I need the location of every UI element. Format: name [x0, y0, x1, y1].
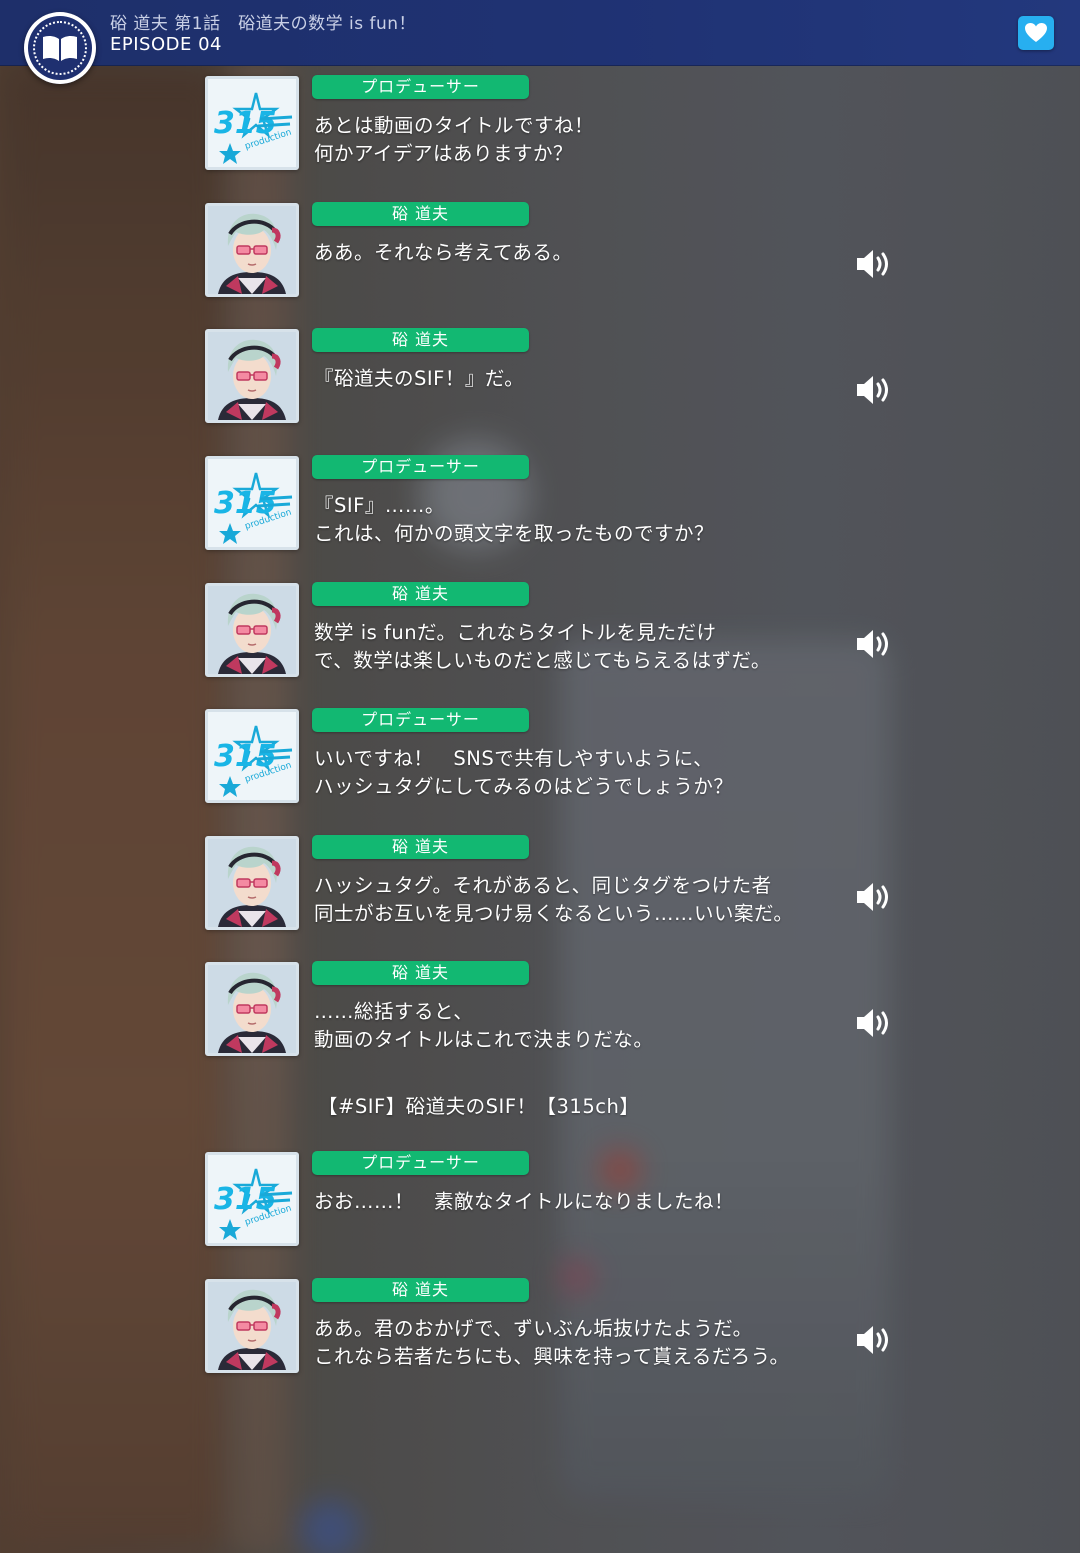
dialogue-line: 『SIF』……。 [314, 494, 445, 517]
voice-play-button[interactable] [853, 371, 895, 409]
dialogue-row: 硲 道夫 ああ。それなら考えてある。 [205, 202, 905, 297]
dialogue-line: いいですね！ SNSで共有しやすいように、 [314, 747, 714, 770]
dialogue-line: ハッシュタグにしてみるのはどうでしょうか？ [314, 775, 734, 798]
dialogue-line: これは、何かの頭文字を取ったものですか？ [314, 522, 715, 545]
speaker-icon [857, 1009, 888, 1037]
narration-text: 【#SIF】硲道夫のSIF！【315ch】 [318, 1095, 640, 1118]
producer-avatar: 315 production [205, 76, 299, 170]
dialogue-line: おお……！ 素敵なタイトルになりましたね！ [314, 1190, 735, 1213]
dialogue-line: 動画のタイトルはこれで決まりだな。 [314, 1028, 654, 1051]
dialogue-row: 硲 道夫 数学 is funだ。これならタイトルを見ただけ で、数学は楽しいもの… [205, 582, 905, 677]
speaker-nameplate: プロデューサー [312, 455, 529, 479]
speaker-icon [857, 376, 888, 404]
favorite-button[interactable] [1018, 16, 1054, 50]
speaker-nameplate: 硲 道夫 [312, 582, 529, 606]
heart-icon [1025, 23, 1047, 42]
dialogue-line: 数学 is funだ。これならタイトルを見ただけ [314, 621, 717, 644]
character-avatar [205, 836, 299, 930]
dialogue-row: 315 production プロデューサー おお……！ 素敵なタイトルになりま… [205, 1151, 905, 1246]
speaker-nameplate: 硲 道夫 [312, 1278, 529, 1302]
dialogue-row: 315 production プロデューサー いいですね！ SNSで共有しやすい… [205, 708, 905, 803]
dialogue-row: 硲 道夫 ハッシュタグ。それがあると、同じタグをつけた者 同士がお互いを見つけ易… [205, 835, 905, 930]
speaker-nameplate: 硲 道夫 [312, 961, 529, 985]
dialogue-row: 315 production プロデューサー あとは動画のタイトルですね！ 何か… [205, 75, 905, 170]
character-avatar [205, 1279, 299, 1373]
character-avatar [205, 583, 299, 677]
speaker-nameplate: 硲 道夫 [312, 328, 529, 352]
dialogue-line: 何かアイデアはありますか？ [314, 142, 574, 165]
dialogue-line: 『硲道夫のSIF！』だ。 [314, 367, 525, 390]
315-production-logo-icon: 315 production [214, 725, 293, 797]
speaker-icon [857, 883, 888, 911]
speaker-icon [857, 630, 888, 658]
episode-label: EPISODE 04 [110, 34, 222, 55]
character-avatar [205, 962, 299, 1056]
dialogue-line: ああ。それなら考えてある。 [314, 241, 573, 264]
voice-play-button[interactable] [853, 878, 895, 916]
speaker-nameplate: プロデューサー [312, 708, 529, 732]
michio-hazama-portrait-icon [208, 332, 296, 420]
voice-play-button[interactable] [853, 1004, 895, 1042]
voice-play-button[interactable] [853, 245, 895, 283]
dialogue-row: 硲 道夫 『硲道夫のSIF！』だ。 [205, 328, 905, 423]
dialogue-line: あとは動画のタイトルですね！ [314, 114, 595, 137]
voice-play-button[interactable] [853, 1321, 895, 1359]
speaker-nameplate: 硲 道夫 [312, 835, 529, 859]
315-production-logo-icon: 315 production [214, 1168, 293, 1240]
dialogue-line: ああ。君のおかげで、ずいぶん垢抜けたようだ。 [314, 1317, 753, 1340]
dialogue-row: 315 production プロデューサー 『SIF』……。 これは、何かの頭… [205, 455, 905, 550]
michio-hazama-portrait-icon [208, 839, 296, 927]
producer-avatar: 315 production [205, 1152, 299, 1246]
story-menu-button[interactable] [24, 12, 96, 84]
story-header: 硲 道夫 第1話 硲道夫の数学 is fun！ EPISODE 04 [0, 0, 1080, 66]
michio-hazama-portrait-icon [208, 1282, 296, 1370]
character-avatar [205, 203, 299, 297]
dialogue-line: ……総括すると、 [314, 1000, 474, 1023]
315-production-logo-icon: 315 production [214, 472, 293, 544]
dialogue-line: これなら若者たちにも、興味を持って貰えるだろう。 [314, 1345, 790, 1368]
speaker-icon [857, 1326, 888, 1354]
producer-avatar: 315 production [205, 709, 299, 803]
dialogue-line: で、数学は楽しいものだと感じてもらえるはずだ。 [314, 649, 771, 672]
character-avatar [205, 329, 299, 423]
speaker-nameplate: 硲 道夫 [312, 202, 529, 226]
dialogue-row: 硲 道夫 ……総括すると、 動画のタイトルはこれで決まりだな。 [205, 961, 905, 1056]
dialogue-line: 同士がお互いを見つけ易くなるという……いい案だ。 [314, 902, 794, 925]
dialogue-row: 硲 道夫 ああ。君のおかげで、ずいぶん垢抜けたようだ。 これなら若者たちにも、興… [205, 1278, 905, 1373]
speaker-nameplate: プロデューサー [312, 1151, 529, 1175]
speaker-icon [857, 250, 888, 278]
voice-play-button[interactable] [853, 625, 895, 663]
315-production-logo-icon: 315 production [214, 92, 293, 164]
speaker-nameplate: プロデューサー [312, 75, 529, 99]
dialogue-line: ハッシュタグ。それがあると、同じタグをつけた者 [314, 874, 772, 897]
producer-avatar: 315 production [205, 456, 299, 550]
michio-hazama-portrait-icon [208, 586, 296, 674]
michio-hazama-portrait-icon [208, 965, 296, 1053]
michio-hazama-portrait-icon [208, 206, 296, 294]
story-title: 硲 道夫 第1話 硲道夫の数学 is fun！ [110, 14, 417, 34]
